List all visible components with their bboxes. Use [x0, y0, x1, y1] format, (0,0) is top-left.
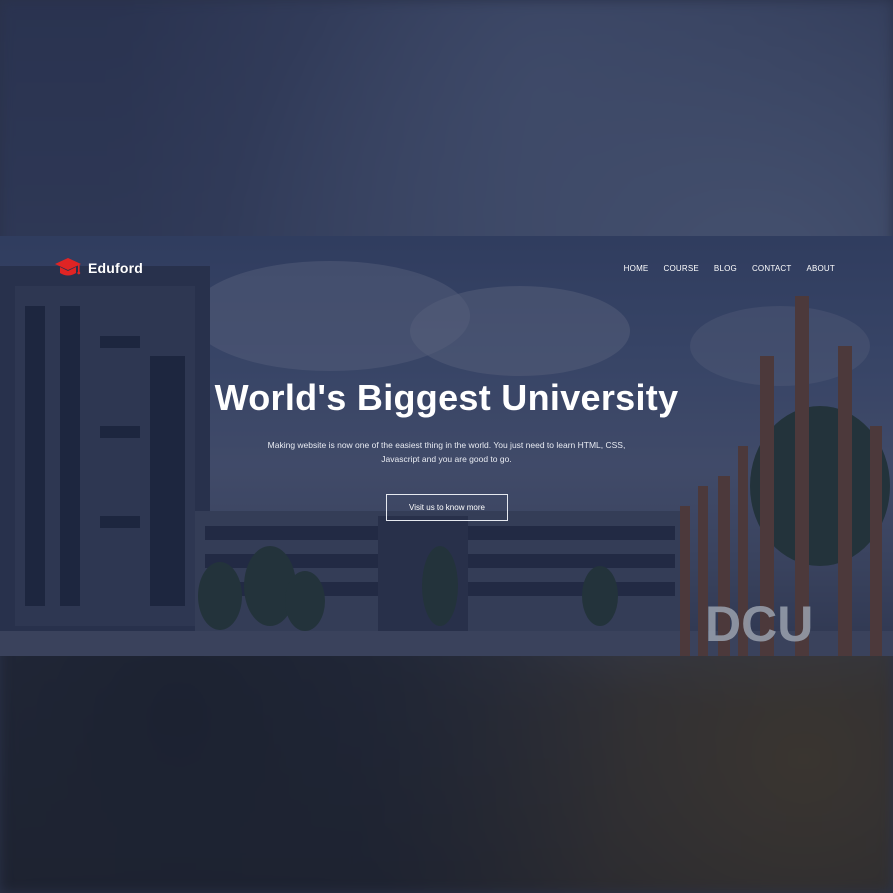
visit-us-button[interactable]: Visit us to know more: [386, 494, 508, 521]
hero-section: Eduford HOME COURSE BLOG CONTACT ABOUT W…: [0, 236, 893, 656]
main-nav: HOME COURSE BLOG CONTACT ABOUT: [624, 264, 835, 273]
hero-title: World's Biggest University: [214, 377, 679, 418]
campus-sign-text: DCU: [705, 598, 813, 648]
nav-item-blog[interactable]: BLOG: [714, 264, 737, 273]
nav-item-contact[interactable]: CONTACT: [752, 264, 791, 273]
hero-subtitle-line2: Javascript and you are good to go.: [381, 454, 512, 464]
nav-item-course[interactable]: COURSE: [663, 264, 698, 273]
nav-item-about[interactable]: ABOUT: [806, 264, 835, 273]
hero-subtitle-line1: Making website is now one of the easiest…: [267, 440, 626, 450]
graduation-cap-icon: [55, 258, 81, 276]
hero-subtitle: Making website is now one of the easiest…: [250, 438, 643, 466]
brand-name: Eduford: [88, 260, 144, 276]
nav-item-home[interactable]: HOME: [624, 264, 649, 273]
brand-logo[interactable]: Eduford: [54, 255, 143, 281]
campus-sign: DCU: [705, 598, 813, 648]
